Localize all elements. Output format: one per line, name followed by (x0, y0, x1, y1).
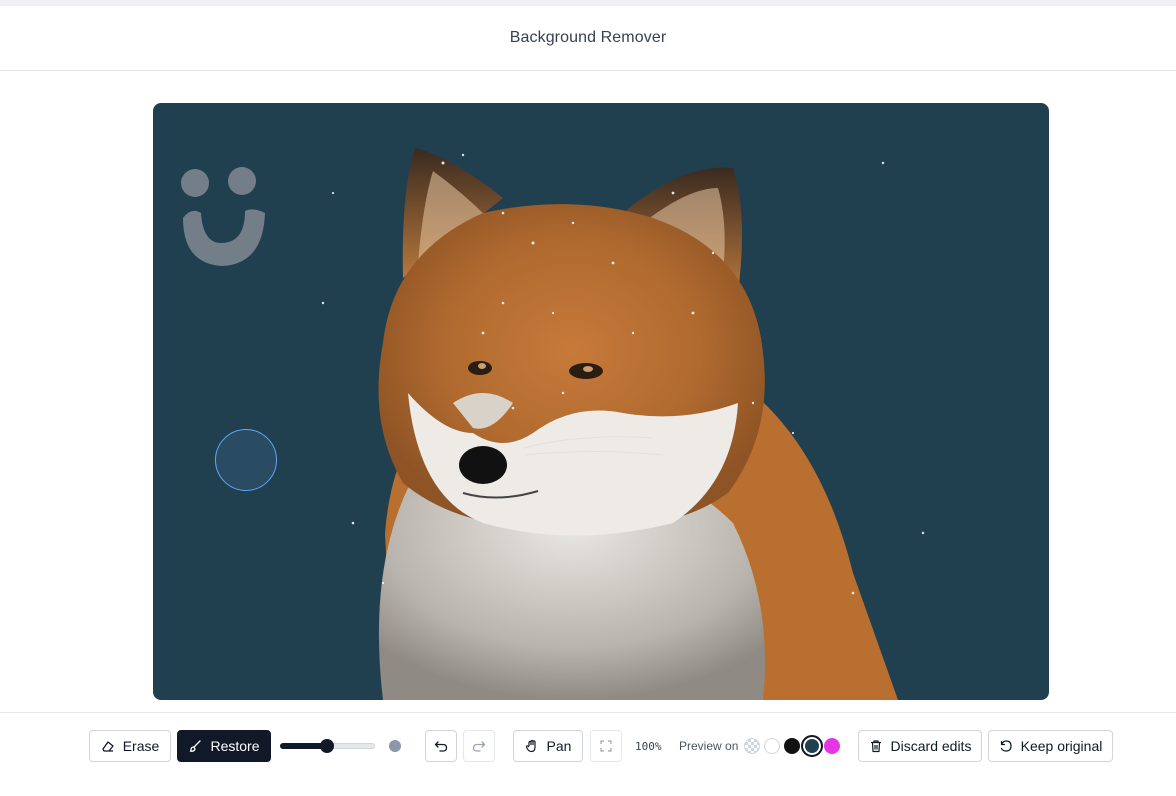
fit-screen-button[interactable] (590, 730, 622, 762)
reset-icon (1000, 740, 1012, 752)
pan-button[interactable]: Pan (513, 730, 583, 762)
erase-label: Erase (122, 738, 160, 754)
page-title: Background Remover (509, 29, 667, 46)
image-canvas[interactable] (153, 103, 1049, 700)
keep-original-label: Keep original (1020, 738, 1103, 754)
fit-screen-icon (600, 740, 612, 752)
brush-size-preview (389, 740, 401, 752)
redo-button[interactable] (463, 730, 495, 762)
discard-edits-button[interactable]: Discard edits (858, 730, 982, 762)
fox-nose (459, 446, 507, 484)
swatch-black[interactable] (784, 738, 800, 754)
undo-icon (434, 741, 448, 752)
hand-icon (525, 739, 536, 753)
brush-size-slider[interactable] (280, 739, 375, 753)
pan-label: Pan (546, 738, 572, 754)
discard-edits-label: Discard edits (890, 738, 972, 754)
undo-button[interactable] (425, 730, 457, 762)
redo-icon (472, 741, 486, 752)
brush-icon (190, 740, 202, 752)
restore-label: Restore (210, 738, 260, 754)
erase-button[interactable]: Erase (89, 730, 171, 762)
eraser-icon (102, 741, 114, 752)
swatch-white[interactable] (764, 738, 780, 754)
bottom-toolbar: Erase Restore Pan 100% Preview on Discar… (0, 712, 1176, 796)
keep-original-button[interactable]: Keep original (988, 730, 1113, 762)
swatch-magenta[interactable] (824, 738, 840, 754)
swatch-dark-teal[interactable] (801, 735, 823, 757)
smiley-logo-icon (181, 167, 265, 266)
swatch-transparent[interactable] (744, 738, 760, 754)
zoom-level: 100% (635, 740, 662, 753)
restore-button[interactable]: Restore (177, 730, 271, 762)
preview-label: Preview on (679, 739, 739, 753)
slider-thumb[interactable] (319, 739, 334, 753)
fox-image (181, 148, 925, 700)
trash-icon (870, 740, 881, 753)
brush-cursor (215, 429, 277, 491)
app-header: Background Remover (0, 6, 1176, 71)
